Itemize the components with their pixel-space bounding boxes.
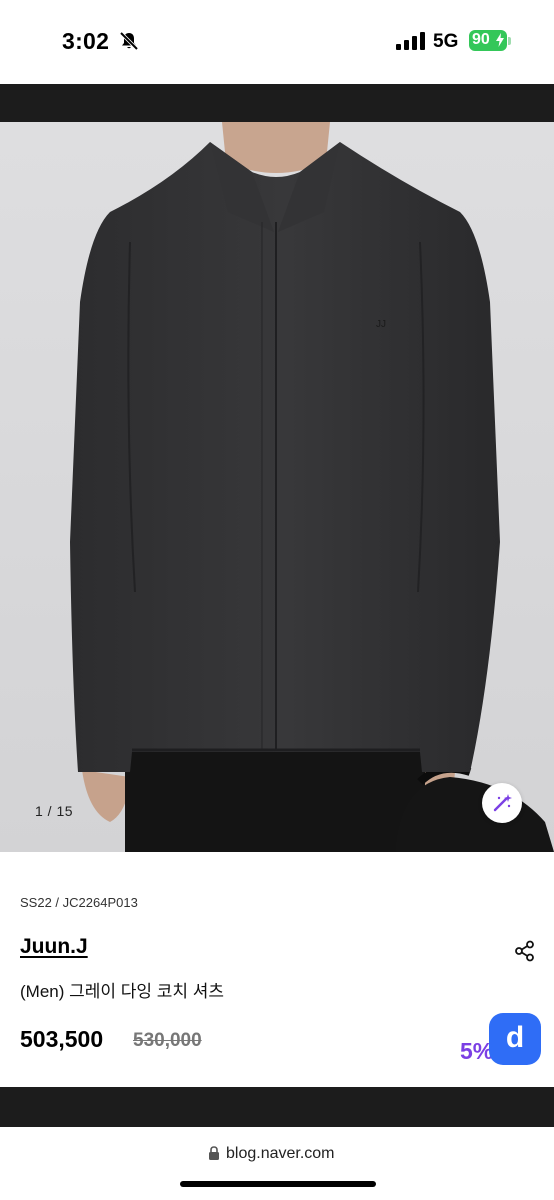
browser-address-bar[interactable] — [0, 1127, 554, 1200]
shirt-photo: JJ — [0, 122, 554, 852]
svg-text:JJ: JJ — [376, 319, 386, 330]
bell-slash-icon — [119, 31, 139, 51]
product-title: (Men) 그레이 다잉 코치 셔츠 — [20, 982, 225, 1001]
battery-tip — [508, 37, 511, 45]
cellular-signal-icon — [396, 32, 425, 50]
footer-band — [0, 1087, 554, 1127]
share-icon[interactable] — [514, 940, 536, 962]
image-counter: 1 / 15 — [35, 803, 74, 819]
brand-link[interactable]: Juun.J — [20, 935, 88, 959]
product-image[interactable]: JJ — [0, 122, 554, 852]
magic-wand-icon — [493, 794, 512, 812]
url-text[interactable]: blog.naver.com — [226, 1145, 335, 1163]
network-label: 5G — [433, 31, 459, 52]
original-price: 530,000 — [133, 1030, 202, 1051]
magic-edit-button[interactable] — [482, 783, 522, 823]
app-floating-button[interactable]: d — [489, 1013, 541, 1065]
lock-icon — [209, 1146, 219, 1160]
status-bar: 3:02 5G 90 — [0, 0, 554, 84]
app-badge-letter: d — [505, 1021, 525, 1054]
header-band — [0, 84, 554, 122]
battery-indicator: 90 — [469, 30, 507, 51]
product-code: SS22 / JC2264P013 — [20, 895, 138, 910]
battery-level: 90 — [472, 31, 490, 48]
status-time: 3:02 — [62, 28, 110, 54]
home-indicator[interactable] — [180, 1181, 376, 1187]
sale-price: 503,500 — [20, 1026, 104, 1052]
charging-bolt-icon — [496, 33, 504, 47]
